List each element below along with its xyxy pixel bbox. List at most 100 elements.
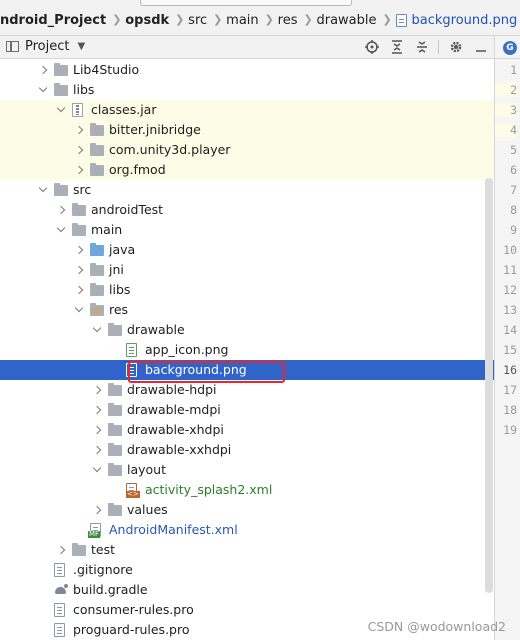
chevron-right-icon[interactable] (38, 65, 48, 75)
chevron-right-icon[interactable] (92, 405, 102, 415)
chevron-right-icon[interactable] (56, 205, 66, 215)
tree-item[interactable]: java (0, 240, 494, 260)
chevron-down-icon[interactable] (38, 185, 48, 195)
tree-item-selected[interactable]: background.png (0, 360, 494, 380)
breadcrumb-bar: ndroid_Project ❯ opsdk ❯ src ❯ main ❯ res ❯ drawab… (0, 0, 520, 36)
project-view-selector[interactable]: Project ▼ (6, 39, 85, 54)
chevron-right-icon[interactable] (74, 145, 84, 155)
manifest-badge-icon: MF (88, 530, 101, 538)
chevron-down-icon: ▼ (77, 41, 86, 52)
tree-item[interactable]: drawable-hdpi (0, 380, 494, 400)
tree-item[interactable]: bitter.jnibridge (0, 120, 494, 140)
tree-item-label: main (91, 222, 123, 237)
tree-item-label: app_icon.png (145, 342, 229, 357)
tree-item[interactable]: layout (0, 460, 494, 480)
line-number: 19 (503, 423, 517, 437)
tree-item[interactable]: res (0, 300, 494, 320)
breadcrumb-item[interactable]: opsdk (125, 13, 169, 28)
line-number: 13 (503, 303, 517, 317)
chevron-right-icon[interactable] (92, 425, 102, 435)
folder-icon (72, 223, 86, 236)
tree-item[interactable]: app_icon.png (0, 340, 494, 360)
line-number: 14 (503, 323, 517, 337)
chevron-right-icon[interactable] (74, 245, 84, 255)
tree-item[interactable]: jni (0, 260, 494, 280)
breadcrumb-label: drawable (316, 12, 377, 28)
chevron-down-icon[interactable] (56, 105, 66, 115)
tree-item-label: Lib4Studio (73, 62, 140, 77)
tree-item-label: bitter.jnibridge (109, 122, 201, 137)
tree-item[interactable]: src (0, 180, 494, 200)
settings-icon[interactable] (448, 39, 464, 55)
tree-item[interactable]: libs (0, 80, 494, 100)
line-number: 11 (503, 263, 517, 277)
tree-item-label: res (109, 302, 129, 317)
breadcrumb-item[interactable]: res (278, 13, 298, 28)
breadcrumb-separator-icon: ❯ (175, 13, 185, 26)
tree-item[interactable]: drawable (0, 320, 494, 340)
line-number: 1 (510, 63, 517, 77)
chevron-down-icon[interactable] (74, 305, 84, 315)
tree-scrollbar[interactable] (485, 178, 493, 593)
tree-item[interactable]: drawable-xxhdpi (0, 440, 494, 460)
tree-item[interactable]: <> activity_splash2.xml (0, 480, 494, 500)
chevron-right-icon[interactable] (74, 165, 84, 175)
tree-item[interactable]: libs (0, 280, 494, 300)
chevron-right-icon[interactable] (92, 385, 102, 395)
tree-item[interactable]: values (0, 500, 494, 520)
folder-icon (72, 543, 86, 556)
tree-item-label: src (73, 182, 92, 197)
folder-icon (54, 83, 68, 96)
tree-item[interactable]: org.fmod (0, 160, 494, 180)
locate-icon[interactable] (364, 39, 380, 55)
tree-item[interactable]: main (0, 220, 494, 240)
breadcrumb-item[interactable]: main (226, 13, 258, 28)
chevron-down-icon[interactable] (92, 465, 102, 475)
tree-item[interactable]: com.unity3d.player (0, 140, 494, 160)
collapse-all-icon[interactable] (414, 39, 430, 55)
chevron-right-icon[interactable] (74, 125, 84, 135)
line-number: 9 (510, 223, 517, 237)
chevron-down-icon[interactable] (92, 325, 102, 335)
line-number: 16 (503, 363, 517, 377)
line-number: 17 (503, 383, 517, 397)
tree-item[interactable]: MF AndroidManifest.xml (0, 520, 494, 540)
project-toolbar: Project ▼ (0, 36, 496, 59)
expand-all-icon[interactable] (389, 39, 405, 55)
folder-icon (90, 123, 104, 136)
tree-item[interactable]: classes.jar (0, 100, 494, 120)
tree-item-label: libs (73, 82, 95, 97)
breadcrumb-item[interactable]: ndroid_Project (0, 13, 106, 28)
tree-item[interactable]: Lib4Studio (0, 60, 494, 80)
chevron-right-icon[interactable] (92, 505, 102, 515)
breadcrumb-item[interactable]: background.png (395, 13, 517, 28)
chevron-right-icon[interactable] (74, 265, 84, 275)
tree-item[interactable]: drawable-mdpi (0, 400, 494, 420)
image-file-icon (126, 343, 137, 357)
line-number: 18 (503, 403, 517, 417)
jar-icon (72, 103, 83, 117)
chevron-right-icon[interactable] (56, 545, 66, 555)
breadcrumb-label: res (277, 12, 298, 28)
tree-item[interactable]: test (0, 540, 494, 560)
breadcrumb-item[interactable]: drawable (316, 13, 376, 28)
tree-item[interactable]: androidTest (0, 200, 494, 220)
tree-item-label: build.gradle (73, 582, 148, 597)
tree-item[interactable]: .gitignore (0, 560, 494, 580)
tree-item-label: drawable-hdpi (127, 382, 217, 397)
tree-item[interactable]: build.gradle (0, 580, 494, 600)
folder-icon (108, 403, 122, 416)
tree-item[interactable]: consumer-rules.pro (0, 600, 494, 620)
chevron-right-icon[interactable] (74, 285, 84, 295)
chevron-down-icon[interactable] (38, 85, 48, 95)
folder-icon (54, 183, 68, 196)
tree-item-label: drawable-xhdpi (127, 422, 224, 437)
hide-icon[interactable] (473, 39, 489, 55)
tree-item-label: values (127, 502, 168, 517)
tree-item-label: .gitignore (73, 562, 133, 577)
breadcrumb-item[interactable]: src (188, 13, 207, 28)
folder-icon (108, 503, 122, 516)
tree-item[interactable]: drawable-xhdpi (0, 420, 494, 440)
chevron-down-icon[interactable] (56, 225, 66, 235)
chevron-right-icon[interactable] (92, 445, 102, 455)
